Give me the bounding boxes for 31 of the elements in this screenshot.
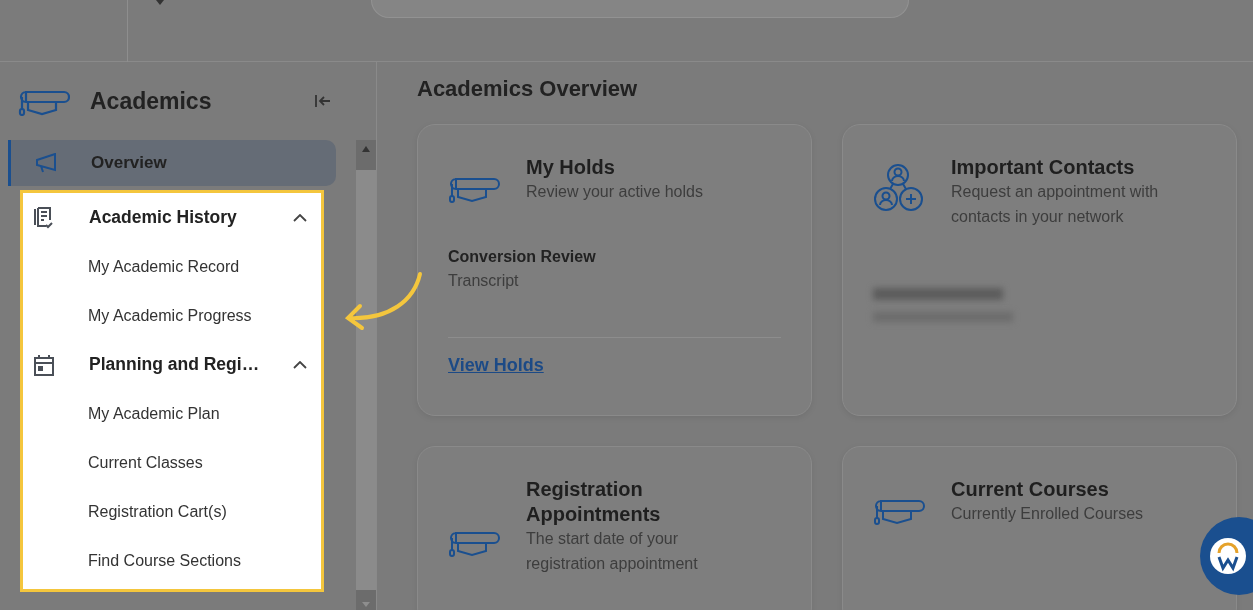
card-subtitle: Review your active holds [526,182,703,203]
scrollbar-thumb[interactable] [356,170,376,590]
card-subtitle: The start date of your registration appointment [526,529,699,575]
people-add-icon [873,163,925,214]
nav-subitem[interactable]: My Academic Record [23,242,321,291]
card-title: Current Courses [951,477,1110,503]
document-check-icon [34,206,54,229]
chevron-icon[interactable] [293,360,307,369]
card-subtitle: Request an appointment with contacts in your network [951,182,1160,228]
nav-subitem[interactable]: Find Course Sections [23,536,321,585]
caret-icon [156,0,164,5]
collapse-icon[interactable] [315,94,331,108]
hold-title: Conversion Review [448,247,597,268]
scroll-down-icon[interactable] [362,602,370,607]
nav-group-label[interactable]: Planning and Regi… [89,351,293,378]
hold-detail: Transcript [448,271,520,292]
page-title: Academics Overview [417,76,639,103]
nav-subitem[interactable]: Current Classes [23,438,321,487]
nav-subitem[interactable]: Registration Cart(s) [23,487,321,536]
nav-subitem[interactable]: My Academic Plan [23,389,321,438]
chevron-icon[interactable] [293,213,307,222]
megaphone-icon [35,153,57,173]
card-title: My Holds [526,155,616,181]
card-subtitle: Currently Enrolled Courses [951,504,1144,525]
nav-group-label[interactable]: Academic History [89,204,293,231]
calendar-icon [34,353,54,376]
nav-subitem[interactable]: My Academic Progress [23,291,321,340]
scroll-up-icon[interactable] [362,146,370,152]
card-title: Registration Appointments [526,477,662,528]
sidebar-title: Academics [90,86,213,116]
card-title: Important Contacts [951,155,1136,181]
